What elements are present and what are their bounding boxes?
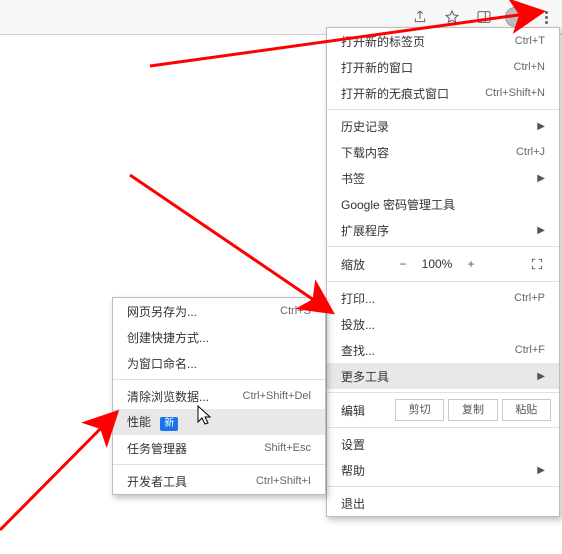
menu-label: 清除浏览数据... xyxy=(127,388,243,405)
menu-shortcut: Ctrl+T xyxy=(515,35,545,47)
menu-item-print[interactable]: 打印... Ctrl+P xyxy=(327,285,559,311)
menu-shortcut: Ctrl+N xyxy=(514,61,545,73)
menu-shortcut: Ctrl+J xyxy=(516,146,545,158)
submenu-item-task-manager[interactable]: 任务管理器 Shift+Esc xyxy=(113,435,325,461)
menu-label: 书签 xyxy=(341,170,531,187)
chevron-right-icon: ▶ xyxy=(537,121,545,132)
menu-label: Google 密码管理工具 xyxy=(341,196,545,213)
menu-label: 开发者工具 xyxy=(127,473,256,490)
menu-label: 为窗口命名... xyxy=(127,355,311,372)
arrow-to-more-tools xyxy=(130,175,330,311)
menu-label: 打开新的无痕式窗口 xyxy=(341,85,485,102)
menu-label: 历史记录 xyxy=(341,118,531,135)
menu-label: 退出 xyxy=(341,495,545,512)
menu-separator xyxy=(327,427,559,428)
menu-item-extensions[interactable]: 扩展程序 ▶ xyxy=(327,217,559,243)
menu-item-cast[interactable]: 投放... xyxy=(327,311,559,337)
submenu-item-save-as[interactable]: 网页另存为... Ctrl+S xyxy=(113,298,325,324)
menu-item-exit[interactable]: 退出 xyxy=(327,490,559,516)
submenu-item-performance[interactable]: 性能 新 xyxy=(113,409,325,435)
menu-label: 扩展程序 xyxy=(341,222,531,239)
zoom-in-button[interactable]: + xyxy=(459,257,483,271)
menu-label: 打开新的标签页 xyxy=(341,33,515,50)
menu-label: 编辑 xyxy=(341,402,391,419)
new-badge: 新 xyxy=(160,417,178,431)
submenu-item-clear-data[interactable]: 清除浏览数据... Ctrl+Shift+Del xyxy=(113,383,325,409)
menu-item-zoom: 缩放 − 100% + xyxy=(327,250,559,278)
submenu-item-create-shortcut[interactable]: 创建快捷方式... xyxy=(113,324,325,350)
cut-button[interactable]: 剪切 xyxy=(395,399,444,421)
menu-shortcut: Ctrl+P xyxy=(514,292,545,304)
menu-label: 网页另存为... xyxy=(127,303,280,320)
menu-item-bookmarks[interactable]: 书签 ▶ xyxy=(327,165,559,191)
perf-text: 性能 xyxy=(127,415,151,429)
menu-item-settings[interactable]: 设置 xyxy=(327,431,559,457)
menu-label: 创建快捷方式... xyxy=(127,329,311,346)
menu-item-history[interactable]: 历史记录 ▶ xyxy=(327,113,559,139)
menu-label: 性能 新 xyxy=(127,413,311,431)
zoom-value: 100% xyxy=(415,257,459,271)
zoom-out-button[interactable]: − xyxy=(391,257,415,271)
menu-item-help[interactable]: 帮助 ▶ xyxy=(327,457,559,483)
chevron-right-icon: ▶ xyxy=(537,173,545,184)
menu-item-downloads[interactable]: 下载内容 Ctrl+J xyxy=(327,139,559,165)
menu-separator xyxy=(113,379,325,380)
menu-label: 更多工具 xyxy=(341,368,531,385)
menu-label: 帮助 xyxy=(341,462,531,479)
menu-item-more-tools[interactable]: 更多工具 ▶ xyxy=(327,363,559,389)
menu-label: 投放... xyxy=(341,316,545,333)
menu-label: 设置 xyxy=(341,436,545,453)
menu-shortcut: Ctrl+S xyxy=(280,305,311,317)
menu-label: 下载内容 xyxy=(341,144,516,161)
more-tools-submenu: 网页另存为... Ctrl+S 创建快捷方式... 为窗口命名... 清除浏览数… xyxy=(112,297,326,495)
menu-item-new-tab[interactable]: 打开新的标签页 Ctrl+T xyxy=(327,28,559,54)
submenu-item-dev-tools[interactable]: 开发者工具 Ctrl+Shift+I xyxy=(113,468,325,494)
menu-label: 打开新的窗口 xyxy=(341,59,514,76)
menu-label: 任务管理器 xyxy=(127,440,264,457)
menu-shortcut: Shift+Esc xyxy=(264,442,311,454)
chevron-right-icon: ▶ xyxy=(537,371,545,382)
menu-item-incognito[interactable]: 打开新的无痕式窗口 Ctrl+Shift+N xyxy=(327,80,559,106)
menu-label: 缩放 xyxy=(341,256,391,273)
fullscreen-icon[interactable] xyxy=(525,257,549,271)
menu-separator xyxy=(327,392,559,393)
menu-shortcut: Ctrl+Shift+N xyxy=(485,87,545,99)
chrome-main-menu: 打开新的标签页 Ctrl+T 打开新的窗口 Ctrl+N 打开新的无痕式窗口 C… xyxy=(326,27,560,517)
menu-item-new-window[interactable]: 打开新的窗口 Ctrl+N xyxy=(327,54,559,80)
menu-item-password-manager[interactable]: Google 密码管理工具 xyxy=(327,191,559,217)
menu-separator xyxy=(327,109,559,110)
menu-separator xyxy=(327,281,559,282)
menu-shortcut: Ctrl+Shift+I xyxy=(256,475,311,487)
menu-separator xyxy=(327,486,559,487)
chevron-right-icon: ▶ xyxy=(537,225,545,236)
copy-button[interactable]: 复制 xyxy=(448,399,497,421)
paste-button[interactable]: 粘贴 xyxy=(502,399,551,421)
menu-item-find[interactable]: 查找... Ctrl+F xyxy=(327,337,559,363)
menu-label: 查找... xyxy=(341,342,515,359)
arrow-to-performance xyxy=(0,414,115,530)
menu-shortcut: Ctrl+F xyxy=(515,344,545,356)
menu-separator xyxy=(113,464,325,465)
submenu-item-name-window[interactable]: 为窗口命名... xyxy=(113,350,325,376)
menu-item-edit: 编辑 剪切 复制 粘贴 xyxy=(327,396,559,424)
menu-shortcut: Ctrl+Shift+Del xyxy=(243,390,311,402)
menu-separator xyxy=(327,246,559,247)
chevron-right-icon: ▶ xyxy=(537,465,545,476)
menu-label: 打印... xyxy=(341,290,514,307)
